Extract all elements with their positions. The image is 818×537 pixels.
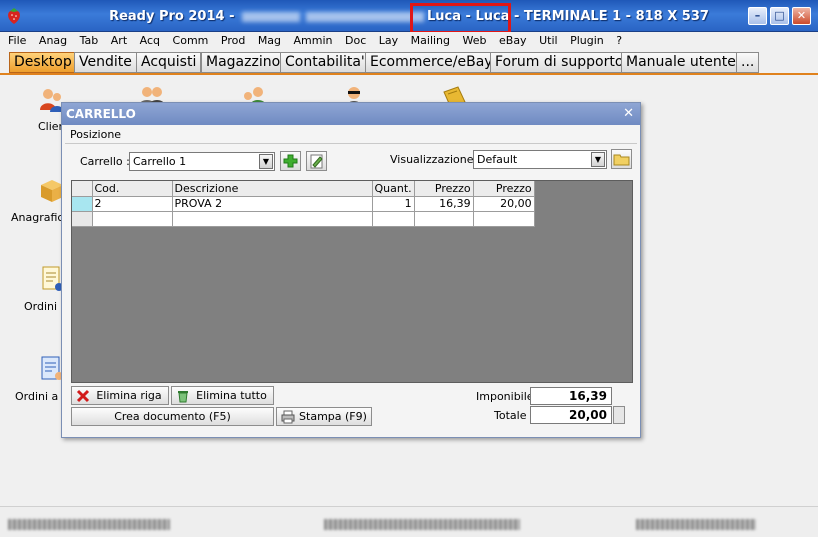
tab-more[interactable]: ... (736, 52, 760, 73)
print-button[interactable]: Stampa (F9) (276, 407, 372, 426)
menu-prod[interactable]: Prod (221, 32, 245, 47)
delete-row-button[interactable]: Elimina riga (71, 386, 169, 405)
minimize-button[interactable]: – (748, 7, 767, 25)
row-indicator-header (72, 181, 93, 197)
menu-lay[interactable]: Lay (379, 32, 398, 47)
cell-prezzo[interactable]: 16,39 (414, 196, 474, 212)
menu-tab[interactable]: Tab (80, 32, 99, 47)
menu-plugin[interactable]: Plugin (570, 32, 604, 47)
cell-descrizione[interactable]: PROVA 2 (172, 196, 373, 212)
menu-ammin[interactable]: Ammin (294, 32, 333, 47)
menu-web[interactable]: Web (463, 32, 487, 47)
dialog-subtitle: Posizione (70, 128, 122, 141)
dialog-close-icon[interactable]: ✕ (623, 106, 634, 121)
redacted-status-text (8, 519, 170, 530)
menu-file[interactable]: File (8, 32, 26, 47)
tab-desktop[interactable]: Desktop (9, 52, 77, 73)
add-cart-button[interactable] (280, 151, 301, 171)
create-document-button[interactable]: Crea documento (F5) (71, 407, 274, 426)
dialog-title: CARRELLO (62, 103, 640, 125)
cart-label: Carrello : (80, 155, 130, 168)
title-terminal: - TERMINALE 1 - 818 X 537 (509, 9, 709, 24)
redacted-status-text (636, 519, 756, 530)
status-bar (0, 506, 818, 537)
menu-doc[interactable]: Doc (345, 32, 366, 47)
delete-row-label: Elimina riga (96, 389, 162, 402)
close-button[interactable]: ✕ (792, 7, 811, 25)
title-app-name: Ready Pro 2014 - (109, 9, 239, 24)
trash-icon (178, 391, 188, 403)
menu-anag[interactable]: Anag (39, 32, 67, 47)
red-x-icon (76, 389, 90, 403)
table-row-empty[interactable] (72, 211, 535, 227)
totale-label: Totale (494, 409, 527, 422)
column-header-prezzo-ivato[interactable]: Prezzo (473, 181, 535, 197)
divider (65, 143, 637, 144)
menu-mag[interactable]: Mag (258, 32, 281, 47)
cart-grid[interactable]: Cod. Descrizione Quant. Prezzo Prezzo 2 … (71, 180, 633, 383)
tab-vendite[interactable]: Vendite (74, 52, 137, 73)
cell-prezzo-ivato[interactable]: 20,00 (473, 196, 535, 212)
menu-acq[interactable]: Acq (140, 32, 160, 47)
tab-magazzino[interactable]: Magazzino (201, 52, 286, 73)
menu-help[interactable]: ? (616, 32, 622, 47)
delete-all-button[interactable]: Elimina tutto (171, 386, 274, 405)
plus-icon (283, 154, 298, 168)
cell-empty[interactable] (414, 211, 474, 227)
highlight-box (410, 3, 511, 34)
chevron-down-icon[interactable]: ▼ (591, 152, 605, 167)
column-header-prezzo[interactable]: Prezzo (414, 181, 474, 197)
title-bar: Ready Pro 2014 - Luca - Luca - TERMINALE… (0, 0, 818, 34)
redacted-text (242, 11, 300, 22)
cart-select-value: Carrello 1 (133, 155, 187, 168)
view-select[interactable]: Default ▼ (473, 150, 607, 169)
cell-quantita[interactable]: 1 (372, 196, 415, 212)
redacted-text (306, 11, 424, 22)
carrello-dialog: CARRELLO ✕ Posizione Carrello : Carrello… (61, 102, 641, 438)
delete-all-label: Elimina tutto (196, 389, 267, 402)
printer-icon (281, 410, 295, 424)
totale-option-box[interactable] (613, 406, 625, 424)
row-indicator[interactable] (72, 211, 93, 227)
folder-icon (613, 154, 630, 166)
menu-ebay[interactable]: eBay (499, 32, 527, 47)
table-row[interactable]: 2 PROVA 2 1 16,39 20,00 (72, 196, 535, 212)
menu-art[interactable]: Art (111, 32, 127, 47)
edit-icon (310, 154, 323, 169)
column-header-quantita[interactable]: Quant. (372, 181, 415, 197)
row-indicator[interactable] (72, 196, 93, 212)
tab-bar: Desktop Vendite Acquisti Magazzino Conta… (0, 49, 818, 75)
totale-value: 20,00 (530, 406, 612, 424)
cart-select[interactable]: Carrello 1 ▼ (129, 152, 275, 171)
menu-bar: File Anag Tab Art Acq Comm Prod Mag Ammi… (0, 32, 818, 48)
menu-mailing[interactable]: Mailing (411, 32, 450, 47)
tab-acquisti[interactable]: Acquisti (136, 52, 202, 73)
edit-cart-button[interactable] (306, 151, 327, 171)
menu-util[interactable]: Util (539, 32, 557, 47)
redacted-status-text (324, 519, 520, 530)
cell-empty[interactable] (473, 211, 535, 227)
maximize-button[interactable]: □ (770, 7, 789, 25)
view-select-value: Default (477, 153, 518, 166)
imponibile-label: Imponibile (476, 390, 534, 403)
tab-forum-supporto[interactable]: Forum di supporto (490, 52, 629, 73)
cell-cod[interactable]: 2 (92, 196, 173, 212)
tab-manuale-utente[interactable]: Manuale utente (621, 52, 741, 73)
column-header-cod[interactable]: Cod. (92, 181, 173, 197)
cell-empty[interactable] (92, 211, 173, 227)
open-folder-button[interactable] (611, 149, 632, 169)
cart-table: Cod. Descrizione Quant. Prezzo Prezzo 2 … (72, 181, 535, 227)
cell-empty[interactable] (172, 211, 373, 227)
table-header-row: Cod. Descrizione Quant. Prezzo Prezzo (72, 181, 535, 197)
tab-contabilita[interactable]: Contabilita' (280, 52, 370, 73)
imponibile-value: 16,39 (530, 387, 612, 405)
menu-comm[interactable]: Comm (173, 32, 209, 47)
chevron-down-icon[interactable]: ▼ (259, 154, 273, 169)
window-title: Ready Pro 2014 - Luca - Luca - TERMINALE… (0, 9, 818, 24)
cell-empty[interactable] (372, 211, 415, 227)
view-label: Visualizzazione : (390, 153, 481, 166)
tab-ecommerce-ebay[interactable]: Ecommerce/eBay (365, 52, 498, 73)
column-header-descrizione[interactable]: Descrizione (172, 181, 373, 197)
